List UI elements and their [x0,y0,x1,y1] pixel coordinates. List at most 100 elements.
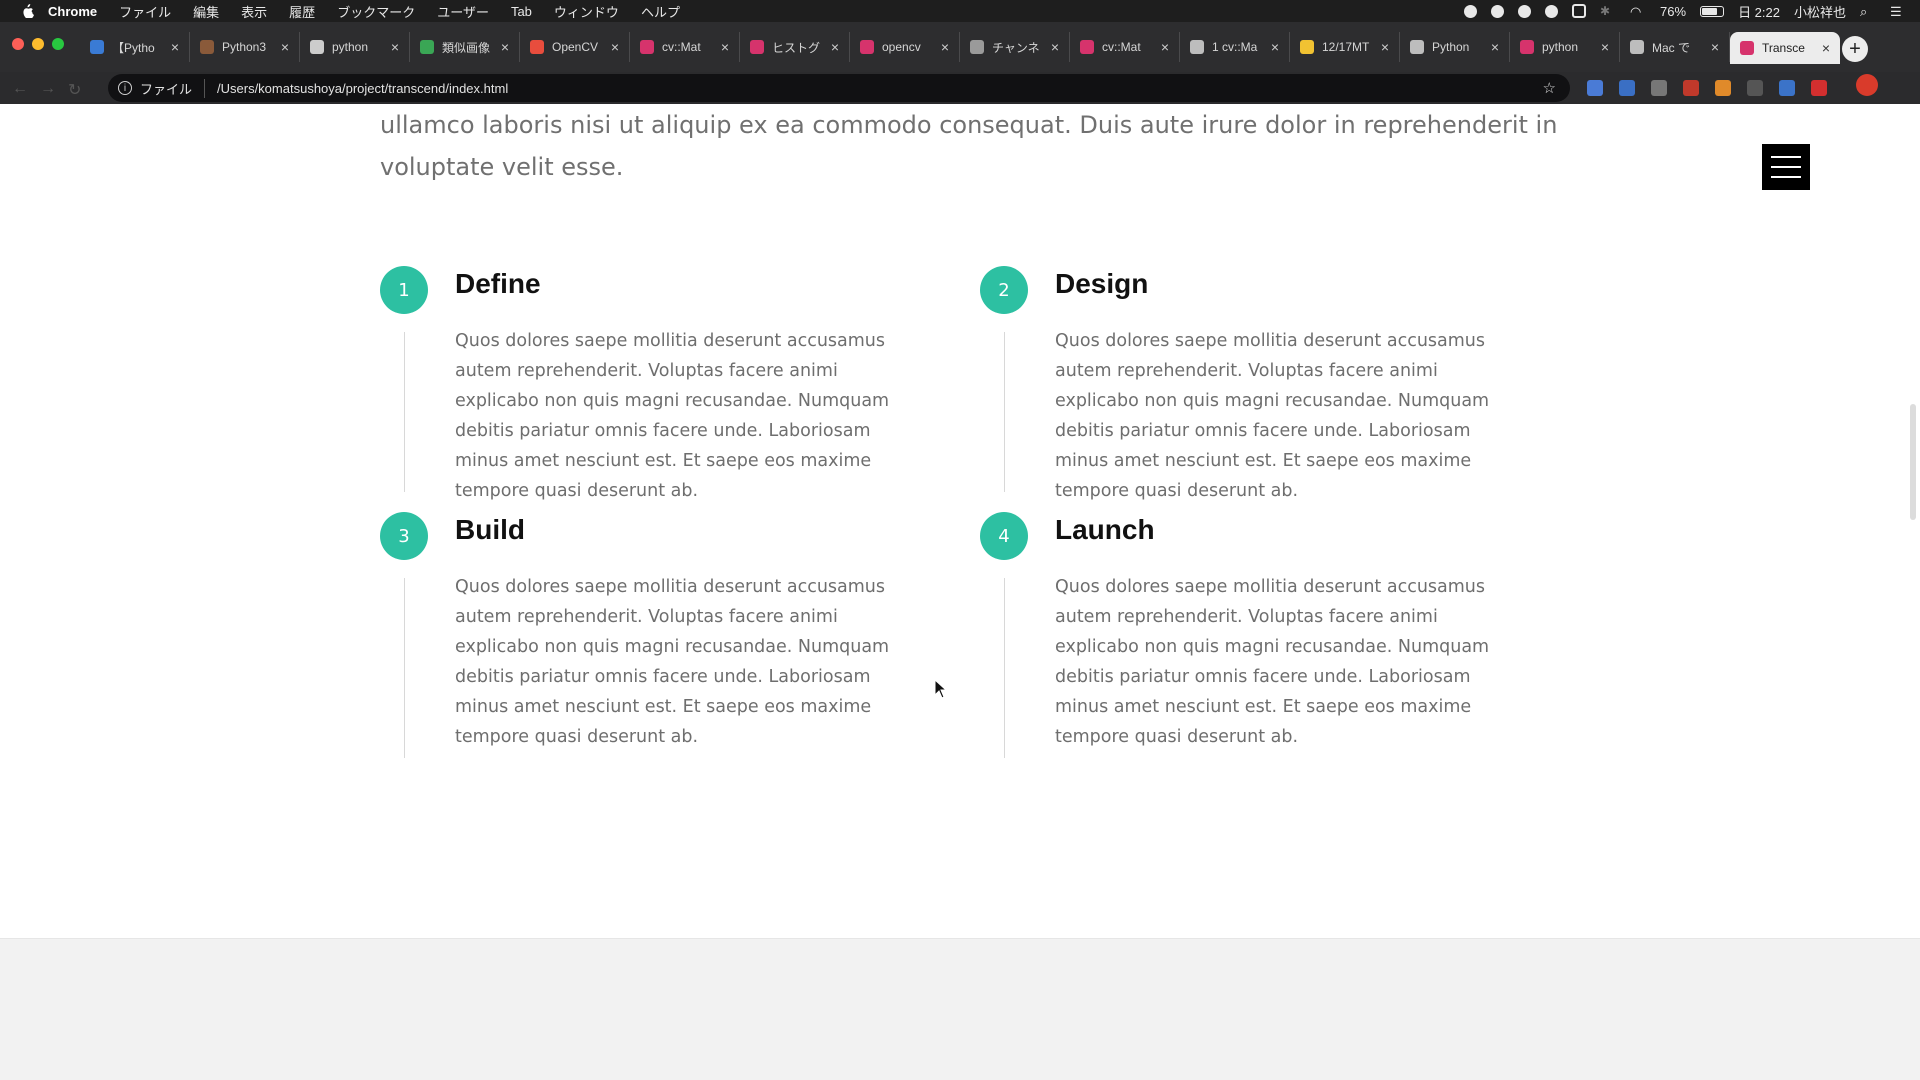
selenium-extension-icon[interactable] [1747,80,1763,96]
tab-close-icon[interactable]: × [1601,39,1609,55]
translate-extension-icon[interactable] [1587,80,1603,96]
tab[interactable]: Python3 × [190,32,300,62]
step-description: Quos dolores saepe mollitia deserunt acc… [455,331,890,501]
step-title: Design [1055,268,1149,299]
creative-cloud-icon[interactable] [1518,4,1532,18]
metamask-extension-icon[interactable] [1715,80,1731,96]
bookmark-star-icon[interactable]: ☆ [1543,79,1556,97]
menu-file[interactable]: ファイル [119,2,171,21]
apple-logo-icon[interactable] [20,4,34,18]
camera-extension-icon[interactable] [1651,80,1667,96]
tab-close-icon[interactable]: × [1381,39,1389,55]
menu-user[interactable]: ユーザー [437,2,489,21]
input-method-icon[interactable] [1572,4,1587,18]
tab-favicon-icon [1410,40,1424,54]
tab[interactable]: python × [1510,32,1620,62]
tab-favicon-icon [310,40,324,54]
tab[interactable]: cv::Mat × [630,32,740,62]
reload-icon[interactable]: ↻ [68,80,84,99]
profile-avatar[interactable] [1856,74,1878,96]
page-scrollbar[interactable] [1910,404,1916,520]
bluetooth-icon[interactable]: ✱ [1600,4,1616,18]
menu-edit[interactable]: 編集 [193,2,219,21]
tab-close-icon[interactable]: × [721,39,729,55]
tab-close-icon[interactable]: × [1271,39,1279,55]
hamburger-menu-button[interactable] [1762,144,1810,190]
close-window-button[interactable] [12,38,24,50]
tab-close-icon[interactable]: × [391,39,399,55]
battery-icon[interactable] [1700,5,1725,17]
notification-center-icon[interactable]: ☰ [1890,4,1906,19]
blue-extension-icon[interactable] [1779,80,1795,96]
tab[interactable]: Python × [1400,32,1510,62]
tab[interactable]: Mac で × [1620,32,1730,62]
step-title: Launch [1055,514,1155,545]
tab[interactable]: cv::Mat × [1070,32,1180,62]
new-tab-button[interactable]: + [1842,36,1868,62]
menu-bookmarks[interactable]: ブックマーク [337,2,415,21]
tab-close-icon[interactable]: × [941,39,949,55]
menu-help[interactable]: ヘルプ [641,2,680,21]
tab[interactable]: OpenCV × [520,32,630,62]
tab-title: ヒストグ [772,40,821,55]
url-scheme-label: ファイル [140,78,206,98]
tab-title: 【Pytho [112,40,155,55]
status-area: ✱ ◠ 76% 日 2:22 小松祥也 ⌕ ☰ [1464,0,1906,22]
tab-favicon-icon [1740,41,1754,55]
tab-favicon-icon [200,40,214,54]
step-connector-line [404,578,405,758]
tab-close-icon[interactable]: × [171,39,179,55]
back-arrow-icon[interactable]: ← [12,80,28,97]
tab[interactable]: 類似画像 × [410,32,520,62]
step-description: Quos dolores saepe mollitia deserunt acc… [1055,331,1490,501]
tab-title: OpenCV [552,40,599,54]
youtube-extension-icon[interactable] [1811,80,1827,96]
record-icon[interactable] [1464,4,1478,18]
clock[interactable]: 日 2:22 [1738,2,1780,21]
tab-active[interactable]: Transce × [1730,32,1840,64]
tab-close-icon[interactable]: × [1711,39,1719,55]
url-text[interactable]: /Users/komatsushoya/project/transcend/in… [217,81,508,96]
site-info-icon[interactable]: i [118,81,132,95]
tab-close-icon[interactable]: × [1161,39,1169,55]
dictionary-extension-icon[interactable] [1619,80,1635,96]
tab-title: 1 cv::Ma [1212,40,1258,54]
menu-bar-icon [1771,176,1801,178]
tab[interactable]: python × [300,32,410,62]
forward-arrow-icon[interactable]: → [40,80,56,97]
tab-favicon-icon [90,40,104,54]
tab[interactable]: ヒストグ × [740,32,850,62]
menu-history[interactable]: 履歴 [289,2,315,21]
grammarly-icon[interactable] [1491,4,1505,18]
tab[interactable]: 12/17MT × [1290,32,1400,62]
menu-app-name[interactable]: Chrome [48,4,97,19]
tab-title: cv::Mat [1102,40,1141,54]
tab-title: Transce [1762,41,1805,55]
tab-close-icon[interactable]: × [611,39,619,55]
gif-extension-icon[interactable] [1683,80,1699,96]
tab[interactable]: 【Pytho × [80,32,190,62]
tab-strip: 【Pytho × Python3 × python × 類似画像 × OpenCV × cv::Ma… [0,22,1920,72]
tab[interactable]: 1 cv::Ma × [1180,32,1290,62]
sync-icon[interactable] [1545,4,1559,18]
zoom-window-button[interactable] [52,38,64,50]
tab[interactable]: チャンネ × [960,32,1070,62]
menu-window[interactable]: ウィンドウ [554,2,619,21]
user-name[interactable]: 小松祥也 [1794,2,1846,21]
tab[interactable]: opencv × [850,32,960,62]
menu-view[interactable]: 表示 [241,2,267,21]
tab-close-icon[interactable]: × [831,39,839,55]
minimize-window-button[interactable] [32,38,44,50]
address-bar[interactable]: i ファイル /Users/komatsushoya/project/trans… [108,74,1570,102]
tab-favicon-icon [1080,40,1094,54]
spotlight-search-icon[interactable]: ⌕ [1860,4,1876,19]
step-number-badge: 3 [380,512,428,560]
tab-close-icon[interactable]: × [1491,39,1499,55]
tab-close-icon[interactable]: × [281,39,289,55]
tab-close-icon[interactable]: × [501,39,509,55]
tab-title: cv::Mat [662,40,701,54]
tab-close-icon[interactable]: × [1051,39,1059,55]
tab-close-icon[interactable]: × [1822,40,1830,56]
wifi-icon[interactable]: ◠ [1630,4,1646,19]
menu-tab[interactable]: Tab [511,4,532,19]
